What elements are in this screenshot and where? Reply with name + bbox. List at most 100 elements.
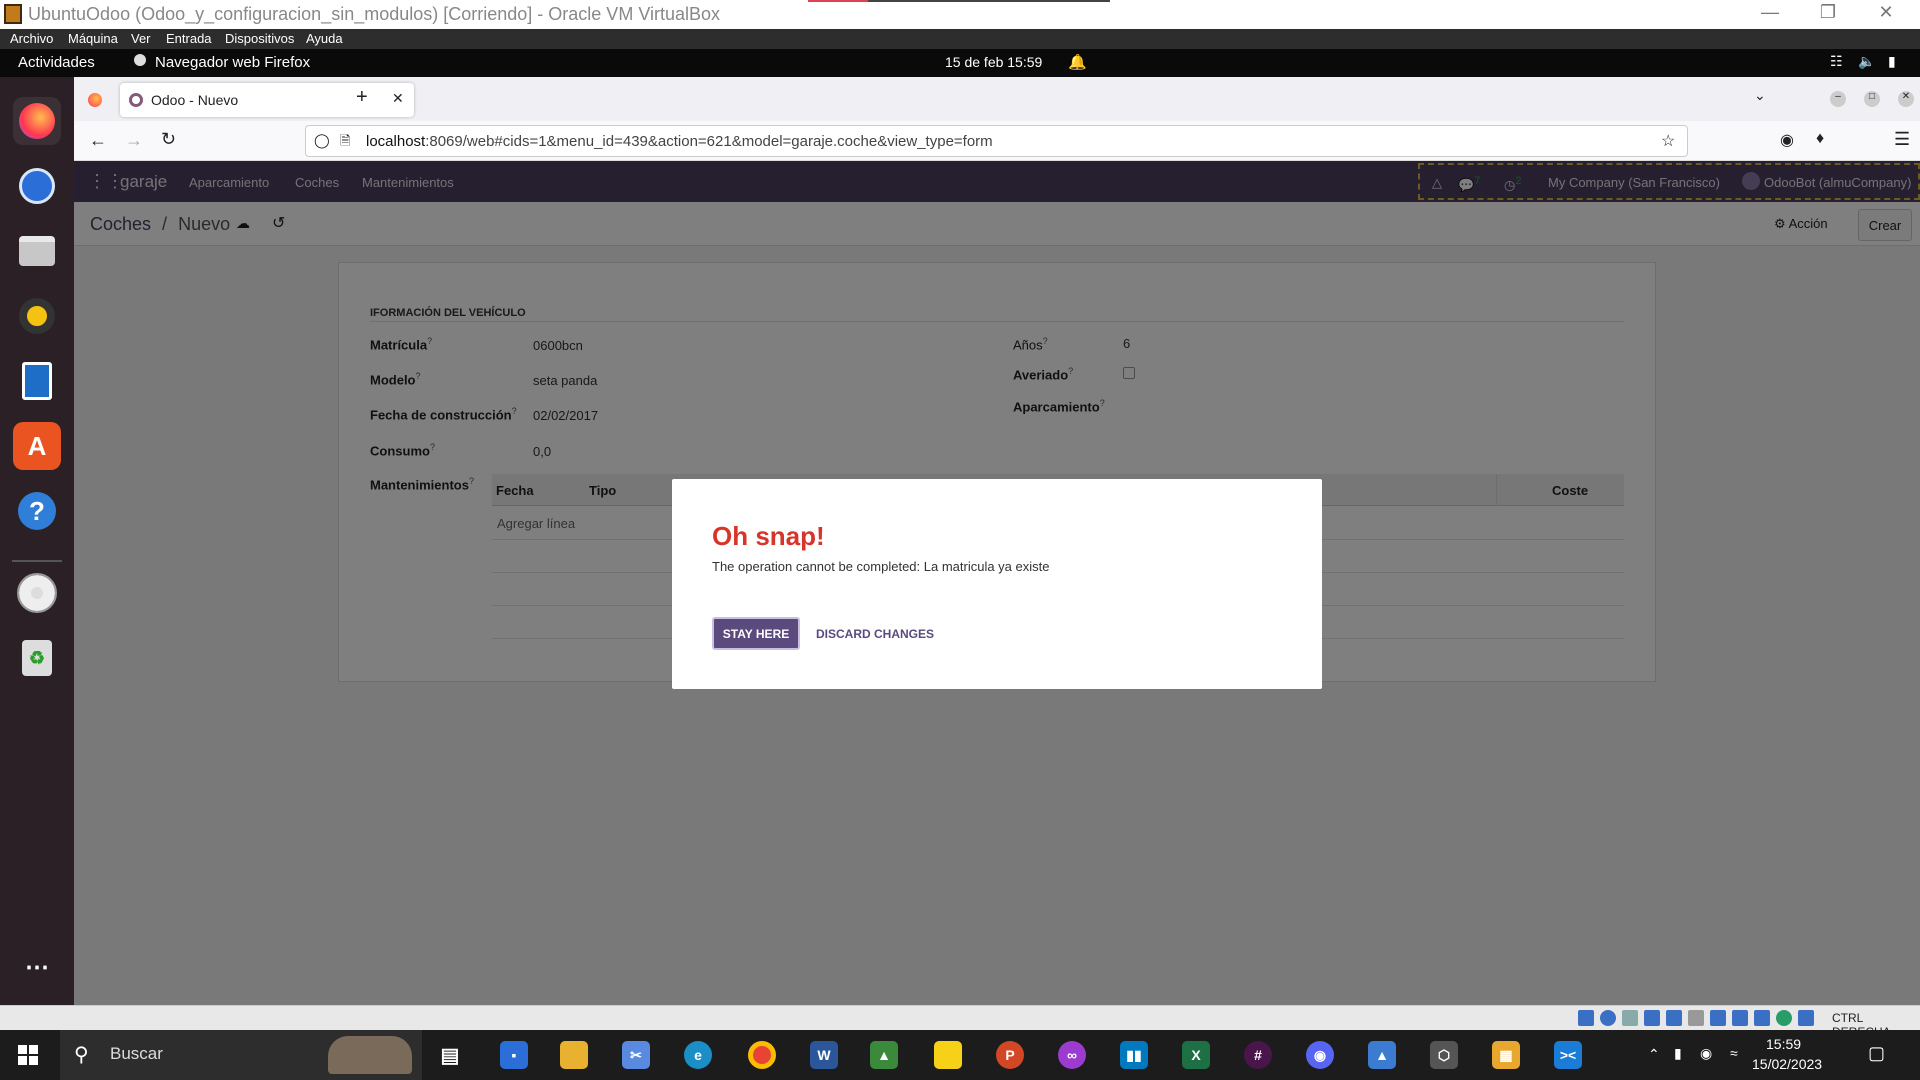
recording-icon[interactable] (1732, 1010, 1748, 1026)
url-bar[interactable]: ◯ 🗎 localhost:8069/web#cids=1&menu_id=43… (305, 125, 1688, 157)
powerpoint-icon[interactable]: P (996, 1041, 1024, 1069)
rhythmbox-icon[interactable] (13, 292, 61, 340)
menu-icon[interactable]: ☰ (1894, 129, 1910, 150)
status-icons (1578, 1010, 1814, 1026)
usb-icon[interactable] (1666, 1010, 1682, 1026)
trello-icon[interactable]: ▮▮ (1120, 1041, 1148, 1069)
firefox-view-icon[interactable] (88, 93, 102, 107)
app-center-icon[interactable]: A (13, 422, 61, 470)
list-tabs-icon[interactable]: ⌄ (1754, 87, 1766, 104)
taskbar-time[interactable]: 15:59 (1766, 1036, 1801, 1052)
tab-close-icon[interactable]: ✕ (392, 90, 404, 107)
audio-icon[interactable] (1622, 1010, 1638, 1026)
keyboard-icon[interactable] (1798, 1010, 1814, 1026)
notifications-icon[interactable]: ▢ (1868, 1043, 1885, 1064)
app-menu[interactable]: Navegador web Firefox (155, 54, 310, 71)
url-text: localhost:8069/web#cids=1&menu_id=439&ac… (366, 133, 993, 150)
min-icon[interactable]: – (1830, 91, 1846, 107)
word-icon[interactable]: W (810, 1041, 838, 1069)
window-title: UbuntuOdoo (Odoo_y_configuracion_sin_mod… (28, 4, 721, 24)
battery-icon[interactable]: ▮ (1888, 53, 1896, 70)
shared-folders-icon[interactable] (1688, 1010, 1704, 1026)
close-icon[interactable]: ✕ (1858, 2, 1914, 23)
dvd-icon[interactable] (13, 569, 61, 617)
reload-icon[interactable]: ↻ (161, 129, 176, 150)
pocket-icon[interactable]: ◉ (1780, 130, 1794, 150)
thunderbird-icon[interactable] (13, 162, 61, 210)
virtualbox-titlebar: UbuntuOdoo (Odoo_y_configuracion_sin_mod… (0, 0, 1920, 29)
virtualbox-statusbar: CTRL DERECHA (0, 1005, 1920, 1039)
discard-changes-button[interactable]: DISCARD CHANGES (810, 617, 940, 650)
dialog-title: Oh snap! (712, 521, 825, 551)
sticky-notes-icon[interactable] (934, 1041, 962, 1069)
cube-app-icon[interactable]: ⬡ (1430, 1041, 1458, 1069)
restore-icon[interactable]: ❐ (1800, 2, 1856, 23)
help-icon[interactable]: ? (13, 487, 61, 535)
menu-maquina[interactable]: Máquina (68, 31, 118, 46)
excel-icon[interactable]: X (1182, 1041, 1210, 1069)
mouse-integration-icon[interactable] (1776, 1010, 1792, 1026)
menu-dispositivos[interactable]: Dispositivos (225, 31, 294, 46)
menu-ver[interactable]: Ver (131, 31, 151, 46)
image-viewer-icon[interactable]: ▲ (1368, 1041, 1396, 1069)
snip-icon[interactable]: ✂ (622, 1041, 650, 1069)
ff-close-icon[interactable]: ✕ (1898, 91, 1914, 107)
discord-icon[interactable]: ◉ (1306, 1041, 1334, 1069)
dialog-message: The operation cannot be completed: La ma… (712, 559, 1050, 574)
show-apps-icon[interactable]: ⋯ (13, 943, 61, 991)
menu-archivo[interactable]: Archivo (10, 31, 53, 46)
forward-icon[interactable]: → (125, 130, 143, 151)
back-icon[interactable]: ← (89, 130, 107, 151)
ubuntu-dock: A ? ♻ ⋯ (0, 77, 74, 1005)
taskbar-search[interactable]: ⚲ Buscar (60, 1030, 422, 1080)
stay-here-button[interactable]: STAY HERE (712, 617, 800, 650)
activities-button[interactable]: Actividades (18, 54, 95, 71)
bookmark-star-icon[interactable]: ☆ (1661, 131, 1675, 151)
hdd-icon[interactable] (1578, 1010, 1594, 1026)
tray-camera-icon[interactable]: ◉ (1700, 1045, 1712, 1062)
virtualbox-taskbar-icon[interactable]: ▪ (500, 1041, 528, 1069)
new-tab-icon[interactable]: + (356, 86, 368, 109)
edge-icon[interactable]: e (684, 1041, 712, 1069)
virtualbox-menubar: Archivo Máquina Ver Entrada Dispositivos… (0, 29, 1920, 49)
photos-icon[interactable]: ▲ (870, 1041, 898, 1069)
tray-chevron-icon[interactable]: ⌃ (1648, 1046, 1660, 1063)
tab-odoo[interactable]: Odoo - Nuevo ✕ (120, 83, 414, 117)
virtualbox-icon (4, 4, 22, 24)
file-explorer-icon[interactable] (560, 1041, 588, 1069)
network-icon[interactable]: ☷ (1830, 53, 1843, 70)
firefox-small-icon (134, 54, 146, 66)
tray-wifi-icon[interactable]: ≈ (1730, 1045, 1738, 1061)
error-dialog: Oh snap! The operation cannot be complet… (672, 479, 1322, 689)
tray-battery-icon[interactable]: ▮ (1674, 1045, 1682, 1062)
libreoffice-writer-icon[interactable] (13, 357, 61, 405)
slack-icon[interactable]: # (1244, 1041, 1272, 1069)
firefox-tabbar: Odoo - Nuevo ✕ + ⌄ – □ ✕ (74, 77, 1920, 121)
menu-ayuda[interactable]: Ayuda (306, 31, 343, 46)
mask-app-icon[interactable]: ∞ (1058, 1041, 1086, 1069)
volume-icon[interactable]: 🔈 (1858, 53, 1875, 70)
windows-start-icon[interactable] (18, 1045, 38, 1065)
page-icon[interactable]: 🗎 (340, 132, 350, 154)
url-rest: :8069/web#cids=1&menu_id=439&action=621&… (425, 133, 993, 150)
max-icon[interactable]: □ (1864, 91, 1880, 107)
menu-entrada[interactable]: Entrada (166, 31, 212, 46)
optical-icon[interactable] (1600, 1010, 1616, 1026)
hippo-illustration (328, 1036, 412, 1074)
task-view-icon[interactable]: ▤ (436, 1041, 464, 1069)
minimize-icon[interactable]: — (1742, 2, 1798, 23)
firefox-icon[interactable] (13, 97, 61, 145)
extensions-icon[interactable]: ♦ (1816, 130, 1824, 148)
clock[interactable]: 15 de feb 15:59 (945, 54, 1042, 70)
display-icon[interactable] (1710, 1010, 1726, 1026)
network-status-icon[interactable] (1644, 1010, 1660, 1026)
trash-icon[interactable]: ♻ (13, 634, 61, 682)
shield-icon[interactable]: ◯ (314, 132, 330, 149)
taskbar-date[interactable]: 15/02/2023 (1752, 1056, 1822, 1072)
files-icon[interactable] (13, 227, 61, 275)
search-placeholder: Buscar (110, 1044, 163, 1063)
vbox-manager-icon[interactable]: ▦ (1492, 1041, 1520, 1069)
chrome-icon[interactable] (748, 1041, 776, 1069)
vscode-icon[interactable]: >< (1554, 1041, 1582, 1069)
cpu-icon[interactable] (1754, 1010, 1770, 1026)
